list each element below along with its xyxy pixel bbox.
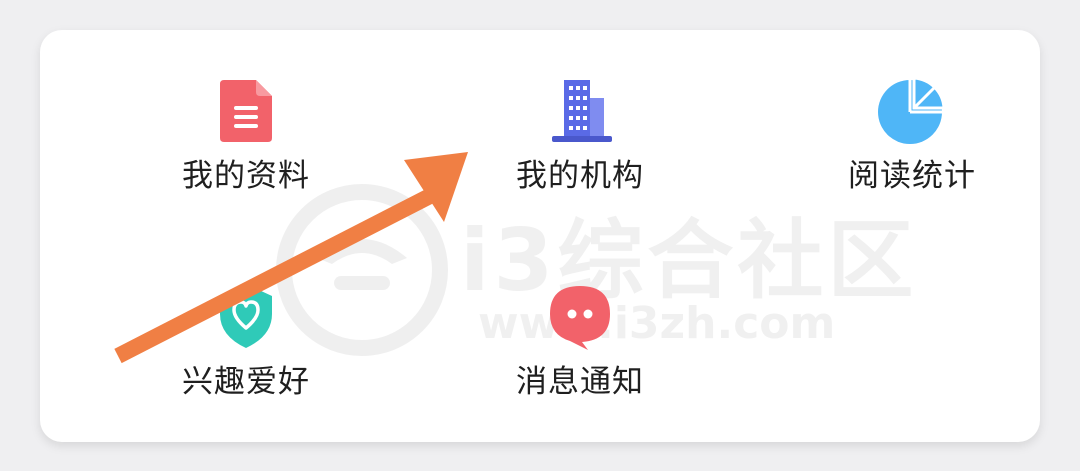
- menu-item-notifications[interactable]: 消息通知: [470, 280, 690, 430]
- menu-item-label: 我的机构: [516, 158, 644, 194]
- pie-chart-icon: [878, 76, 946, 144]
- menu-card: i3综合社区 www.i3zh.com 我的资料 我的机构 阅读统计 兴趣爱好 …: [40, 30, 1040, 442]
- chat-bubble-icon: [550, 286, 610, 350]
- shield-heart-icon: [220, 284, 272, 348]
- menu-item-my-profile[interactable]: 我的资料: [136, 74, 356, 224]
- building-icon: [552, 80, 612, 142]
- menu-item-label: 兴趣爱好: [182, 364, 310, 400]
- menu-item-reading-stats[interactable]: 阅读统计: [802, 74, 1022, 224]
- menu-item-label: 阅读统计: [848, 158, 976, 194]
- document-icon: [220, 80, 272, 142]
- menu-item-hobbies[interactable]: 兴趣爱好: [136, 280, 356, 430]
- menu-item-label: 我的资料: [182, 158, 310, 194]
- menu-item-label: 消息通知: [516, 364, 644, 400]
- menu-item-my-organization[interactable]: 我的机构: [470, 74, 690, 224]
